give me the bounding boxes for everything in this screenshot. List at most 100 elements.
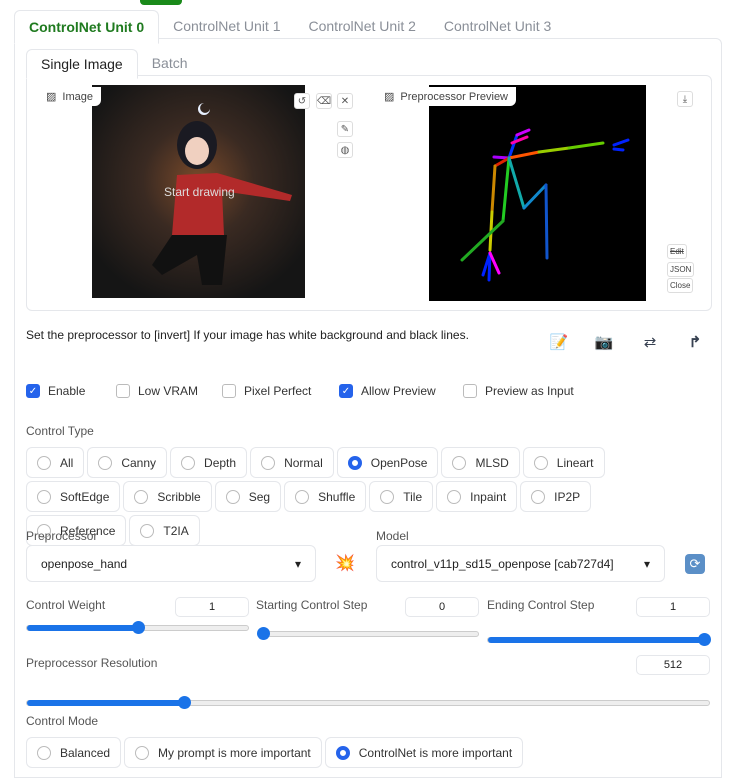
preview-as-input-checkbox[interactable]: Preview as Input — [463, 384, 574, 398]
image-label: ▨ Image — [38, 87, 101, 106]
control_type-option-canny[interactable]: Canny — [87, 447, 168, 478]
preprocessor-value: openpose_hand — [41, 556, 128, 571]
ending-step-slider[interactable] — [487, 633, 711, 646]
ending-step-input[interactable]: 1 — [636, 597, 710, 617]
top-indicator — [140, 0, 182, 5]
tab-unit-0[interactable]: ControlNet Unit 0 — [14, 10, 160, 44]
invert-hint: Set the preprocessor to [invert] If your… — [26, 328, 469, 342]
radio-label: Depth — [204, 455, 237, 470]
edit-notepad-icon[interactable]: 📝 — [547, 333, 571, 351]
palette-icon[interactable]: ◍ — [337, 142, 353, 158]
control_type-option-shuffle[interactable]: Shuffle — [284, 481, 367, 512]
swap-icon[interactable]: ⇄ — [638, 333, 662, 351]
resolution-input[interactable]: 512 — [636, 655, 710, 675]
download-button[interactable]: ⤓ — [677, 91, 693, 107]
control_type-option-inpaint[interactable]: Inpaint — [436, 481, 518, 512]
camera-icon[interactable]: 📷 — [592, 333, 616, 351]
radio-button — [37, 455, 51, 470]
control-mode-label: Control Mode — [26, 714, 99, 728]
check-icon: ✓ — [339, 384, 353, 398]
eraser-button[interactable]: ⌫ — [316, 93, 332, 109]
control_type-option-normal[interactable]: Normal — [250, 447, 334, 478]
control-weight-input[interactable]: 1 — [175, 597, 249, 617]
checkbox-label: Enable — [48, 384, 86, 398]
tab-batch[interactable]: Batch — [138, 49, 202, 79]
control_type-option-all[interactable]: All — [26, 447, 85, 478]
low-vram-checkbox[interactable]: Low VRAM — [116, 384, 222, 398]
slider-thumb[interactable] — [177, 696, 191, 709]
radio-label: Balanced — [60, 745, 111, 760]
radio-label: OpenPose — [370, 455, 428, 470]
slider-fill — [27, 625, 138, 631]
radio-label: SoftEdge — [60, 489, 110, 504]
radio-button — [181, 455, 196, 470]
radio-button — [452, 455, 467, 470]
preprocessor-dropdown[interactable]: openpose_hand ▾ — [26, 545, 316, 582]
starting-step-label: Starting Control Step — [256, 598, 368, 612]
preprocessor-preview-image — [429, 85, 646, 301]
control_mode-option-my-prompt-is-more-important[interactable]: My prompt is more important — [124, 737, 322, 768]
radio-button — [531, 489, 546, 504]
edit-button[interactable]: Edit — [667, 244, 687, 259]
unit-tabs: ControlNet Unit 0 ControlNet Unit 1 Cont… — [14, 10, 565, 44]
control_mode-option-balanced[interactable]: Balanced — [26, 737, 122, 768]
checkbox-label: Low VRAM — [138, 384, 199, 398]
control-weight-slider[interactable] — [26, 621, 249, 634]
enable-checkbox[interactable]: ✓ Enable — [26, 384, 116, 398]
send-dimensions-icon[interactable]: ↱ — [683, 333, 707, 351]
undo-button[interactable]: ↺ — [294, 93, 310, 109]
pixel-perfect-checkbox[interactable]: Pixel Perfect — [222, 384, 339, 398]
resolution-slider[interactable] — [26, 696, 710, 709]
control_mode-option-controlnet-is-more-important[interactable]: ControlNet is more important — [324, 737, 524, 768]
radio-button — [134, 489, 149, 504]
radio-label: IP2P — [554, 489, 581, 504]
brush-icon[interactable]: ✎ — [337, 121, 353, 137]
control_type-option-ip2p[interactable]: IP2P — [520, 481, 592, 512]
tab-unit-1[interactable]: ControlNet Unit 1 — [159, 10, 294, 44]
clear-button[interactable]: ✕ — [337, 93, 353, 109]
close-button[interactable]: Close — [667, 278, 694, 293]
image-icon: ▨ — [46, 91, 57, 103]
preprocessor-label: Preprocessor — [26, 529, 98, 543]
run-preprocessor-icon[interactable]: 💥 — [335, 553, 355, 573]
model-dropdown[interactable]: control_v11p_sd15_openpose [cab727d4] ▾ — [376, 545, 665, 582]
control_type-option-t2ia[interactable]: T2IA — [129, 515, 200, 546]
radio-button — [295, 489, 310, 504]
slider-thumb[interactable] — [698, 633, 711, 646]
control_type-option-lineart[interactable]: Lineart — [522, 447, 605, 478]
control_type-option-seg[interactable]: Seg — [214, 481, 282, 512]
radio-label: Normal — [284, 455, 323, 470]
radio-label: T2IA — [163, 523, 189, 538]
chevron-down-icon: ▾ — [294, 556, 301, 571]
radio-label: Seg — [248, 489, 271, 504]
radio-label: My prompt is more important — [158, 745, 311, 760]
starting-step-input[interactable]: 0 — [405, 597, 479, 617]
refresh-models-icon[interactable]: ⟳ — [685, 554, 705, 574]
tab-unit-2[interactable]: ControlNet Unit 2 — [295, 10, 430, 44]
radio-button — [225, 489, 240, 504]
starting-step-slider[interactable] — [257, 627, 479, 640]
control-mode-radio-group: Balanced My prompt is more important Contr… — [26, 737, 686, 768]
radio-button — [98, 455, 113, 470]
control_type-option-openpose[interactable]: OpenPose — [336, 447, 439, 478]
control_type-option-depth[interactable]: Depth — [170, 447, 248, 478]
slider-thumb[interactable] — [131, 621, 145, 634]
radio-label: Scribble — [157, 489, 201, 504]
allow-preview-checkbox[interactable]: ✓ Allow Preview — [339, 384, 463, 398]
image-canvas[interactable]: Start drawing — [92, 85, 305, 298]
control_type-option-scribble[interactable]: Scribble — [123, 481, 212, 512]
radio-label: MLSD — [475, 455, 509, 470]
checkbox-box — [463, 384, 477, 398]
radio-label: Lineart — [556, 455, 594, 470]
radio-button — [533, 455, 548, 470]
tab-single-image[interactable]: Single Image — [26, 49, 138, 79]
slider-thumb[interactable] — [257, 627, 270, 640]
control_type-option-tile[interactable]: Tile — [369, 481, 434, 512]
json-button[interactable]: JSON — [667, 262, 695, 277]
control_type-option-mlsd[interactable]: MLSD — [441, 447, 520, 478]
control_type-option-softedge[interactable]: SoftEdge — [26, 481, 121, 512]
tab-unit-3[interactable]: ControlNet Unit 3 — [430, 10, 565, 44]
radio-label: ControlNet is more important — [358, 745, 513, 760]
slider-fill — [488, 637, 704, 643]
slider-fill — [27, 700, 184, 706]
